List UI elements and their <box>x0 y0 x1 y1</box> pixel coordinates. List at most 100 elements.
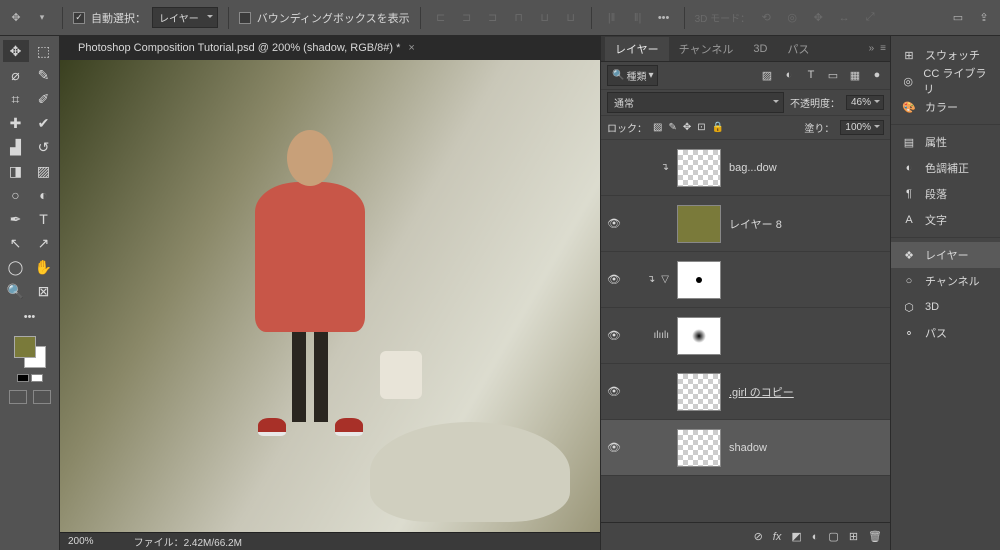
layer-group-dropdown[interactable]: レイヤー <box>152 7 218 28</box>
lock-all-icon[interactable]: 🔒 <box>712 122 724 133</box>
dock-item-段落[interactable]: ¶段落 <box>891 181 1000 207</box>
lock-paint-icon[interactable]: ✎ <box>668 122 676 133</box>
dock-item-属性[interactable]: ▤属性 <box>891 129 1000 155</box>
crop-tool[interactable]: ⌗ <box>3 88 29 110</box>
dropdown-arrow-icon[interactable]: ▾ <box>32 8 52 28</box>
dock-item-レイヤー[interactable]: ❖レイヤー <box>891 242 1000 268</box>
gradient-tool[interactable]: ▨ <box>31 160 57 182</box>
move-icon[interactable]: ✥ <box>6 8 26 28</box>
layer-thumbnail[interactable] <box>677 373 721 411</box>
visibility-icon[interactable]: 👁 <box>607 217 621 230</box>
layer-thumbnail[interactable] <box>677 261 721 299</box>
more-icon[interactable]: ••• <box>654 8 674 28</box>
filter-adjust-icon[interactable]: ◐ <box>782 69 796 82</box>
visibility-icon[interactable]: 👁 <box>607 441 621 454</box>
layer-row[interactable]: 👁 .girl のコピー <box>601 364 890 420</box>
add-mask-icon[interactable]: ◩ <box>791 530 801 543</box>
opacity-value[interactable]: 46% <box>846 95 884 110</box>
layer-name[interactable]: .girl のコピー <box>729 384 794 400</box>
layer-name[interactable]: レイヤー 8 <box>729 216 782 232</box>
filter-toggle-icon[interactable]: ● <box>870 69 884 82</box>
document-tab[interactable]: Photoshop Composition Tutorial.psd @ 200… <box>60 36 600 60</box>
lasso-tool[interactable]: ⌀ <box>3 64 29 86</box>
hand-tool[interactable]: ✋ <box>31 256 57 278</box>
fill-value[interactable]: 100% <box>840 120 884 135</box>
layer-thumbnail[interactable] <box>677 149 721 187</box>
collapse-icon[interactable]: » <box>869 43 875 54</box>
layer-row[interactable]: 👁 shadow <box>601 420 890 476</box>
type-tool[interactable]: T <box>31 208 57 230</box>
layer-name[interactable]: bag...dow <box>729 162 777 174</box>
direct-select-tool[interactable]: ↗ <box>31 232 57 254</box>
tab-paths[interactable]: パス <box>777 37 819 61</box>
layer-row[interactable]: 👁 ↴▽ <box>601 252 890 308</box>
tab-channels[interactable]: チャンネル <box>669 37 744 61</box>
tab-layers[interactable]: レイヤー <box>605 37 669 61</box>
show-bbox-checkbox[interactable] <box>239 12 251 24</box>
default-swap-colors[interactable] <box>17 374 43 382</box>
dodge-tool[interactable]: ◐ <box>31 184 57 206</box>
lock-artboard-icon[interactable]: ⊡ <box>697 122 705 133</box>
new-group-icon[interactable]: ▢ <box>828 530 838 543</box>
dock-item-パス[interactable]: ⚬パス <box>891 320 1000 346</box>
delete-layer-icon[interactable]: 🗑 <box>868 530 882 543</box>
dock-item-カラー[interactable]: 🎨カラー <box>891 94 1000 120</box>
layer-row[interactable]: 👁 レイヤー 8 <box>601 196 890 252</box>
layer-thumbnail[interactable] <box>677 205 721 243</box>
lock-position-icon[interactable]: ✥ <box>683 122 691 133</box>
blend-mode-dropdown[interactable]: 通常 <box>607 92 784 113</box>
link-layers-icon[interactable]: ⊘ <box>754 530 763 543</box>
dock-item-3D[interactable]: ⬡3D <box>891 294 1000 320</box>
visibility-icon[interactable]: 👁 <box>607 385 621 398</box>
dock-item-文字[interactable]: A文字 <box>891 207 1000 233</box>
eyedropper-tool[interactable]: ✐ <box>31 88 57 110</box>
zoom-level[interactable]: 200% <box>68 536 94 547</box>
share-icon[interactable]: ⇪ <box>974 8 994 28</box>
dock-item-CC ライブラリ[interactable]: ◎CC ライブラリ <box>891 68 1000 94</box>
auto-select-checkbox[interactable] <box>73 12 85 24</box>
pen-tool[interactable]: ✒ <box>3 208 29 230</box>
healing-tool[interactable]: ✚ <box>3 112 29 134</box>
filter-type-icon[interactable]: T <box>804 69 818 82</box>
lock-transparency-icon[interactable]: ▨ <box>653 122 662 133</box>
layer-fx-icon[interactable]: fx <box>773 531 782 543</box>
filter-type-dropdown[interactable]: 🔍 種類 ▾ <box>607 65 658 86</box>
edit-toolbar[interactable]: ••• <box>17 306 43 328</box>
close-icon[interactable]: × <box>408 42 414 54</box>
dock-item-チャンネル[interactable]: ○チャンネル <box>891 268 1000 294</box>
canvas[interactable] <box>60 60 600 532</box>
eraser-tool[interactable]: ◨ <box>3 160 29 182</box>
color-swatch[interactable] <box>14 336 46 368</box>
filter-pixel-icon[interactable]: ▨ <box>760 69 774 82</box>
fg-color-swatch[interactable] <box>14 336 36 358</box>
filter-smart-icon[interactable]: ▦ <box>848 69 862 82</box>
layer-thumbnail[interactable] <box>677 429 721 467</box>
zoom-tool[interactable]: 🔍 <box>3 280 29 302</box>
new-layer-icon[interactable]: ⊞ <box>849 530 858 543</box>
quick-select-tool[interactable]: ✎ <box>31 64 57 86</box>
dist-h-icon: |‖ <box>602 8 622 28</box>
blur-tool[interactable]: ○ <box>3 184 29 206</box>
stamp-tool[interactable]: ▟ <box>3 136 29 158</box>
layer-name[interactable]: shadow <box>729 442 767 454</box>
arrange-icon[interactable]: ▭ <box>948 8 968 28</box>
panel-menu-icon[interactable]: ≡ <box>880 43 886 54</box>
frame-tool[interactable]: ⊠ <box>31 280 57 302</box>
marquee-tool[interactable]: ⬚ <box>31 40 57 62</box>
shape-tool[interactable]: ◯ <box>3 256 29 278</box>
brush-tool[interactable]: ✔ <box>31 112 57 134</box>
move-tool[interactable]: ✥ <box>3 40 29 62</box>
tab-3d[interactable]: 3D <box>743 39 777 59</box>
filter-shape-icon[interactable]: ▭ <box>826 69 840 82</box>
visibility-icon[interactable]: 👁 <box>607 273 621 286</box>
adjustment-layer-icon[interactable]: ◐ <box>812 531 819 543</box>
layer-row[interactable]: ↴ bag...dow <box>601 140 890 196</box>
history-brush-tool[interactable]: ↺ <box>31 136 57 158</box>
path-tool[interactable]: ↖ <box>3 232 29 254</box>
standard-mode[interactable] <box>9 390 27 404</box>
visibility-icon[interactable]: 👁 <box>607 329 621 342</box>
quick-mask-mode[interactable] <box>33 390 51 404</box>
layer-thumbnail[interactable] <box>677 317 721 355</box>
dock-item-色調補正[interactable]: ◐色調補正 <box>891 155 1000 181</box>
layer-row[interactable]: 👁 ılıılı <box>601 308 890 364</box>
